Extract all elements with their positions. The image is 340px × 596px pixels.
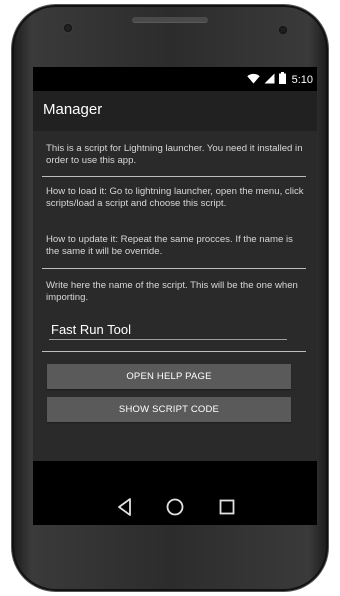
battery-icon (278, 72, 286, 87)
status-time: 5:10 (291, 73, 313, 86)
divider (42, 351, 306, 352)
show-script-code-button[interactable]: SHOW SCRIPT CODE (47, 397, 291, 422)
navigation-bar (33, 489, 317, 525)
app-bar: Manager (33, 91, 317, 131)
divider (42, 268, 306, 269)
update-instructions-text: How to update it: Repeat the same procce… (46, 234, 293, 257)
intro-text: This is a script for Lightning launcher.… (46, 143, 303, 166)
home-icon[interactable] (163, 495, 187, 519)
open-help-page-button[interactable]: OPEN HELP PAGE (47, 364, 291, 389)
name-hint-text: Write here the name of the script. This … (46, 280, 298, 303)
script-name-input[interactable] (49, 319, 287, 340)
wifi-icon (246, 73, 260, 87)
signal-icon (264, 73, 275, 87)
earpiece-speaker (132, 17, 208, 23)
back-icon[interactable] (113, 495, 137, 519)
front-camera (64, 24, 72, 32)
phone-frame: 5:10 Manager This is a script for Lightn… (12, 5, 328, 591)
device-screen: 5:10 Manager This is a script for Lightn… (33, 67, 317, 525)
proximity-sensor (279, 26, 287, 34)
recents-icon[interactable] (215, 495, 239, 519)
app-title: Manager (43, 101, 103, 118)
load-instructions-text: How to load it: Go to lightning launcher… (46, 186, 304, 209)
main-content: This is a script for Lightning launcher.… (33, 131, 317, 461)
status-bar: 5:10 (33, 67, 317, 91)
divider (42, 176, 306, 177)
